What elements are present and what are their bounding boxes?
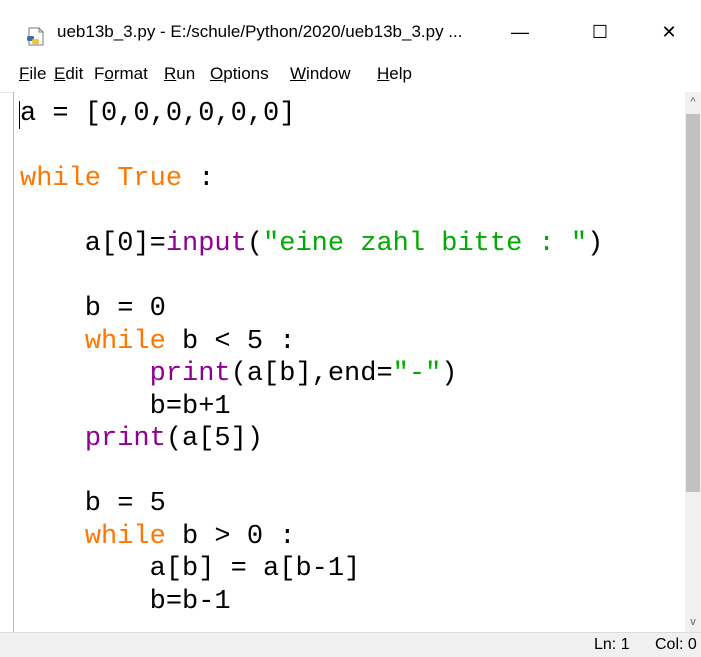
minimize-icon: —	[511, 22, 529, 42]
minimize-button[interactable]: —	[497, 12, 543, 52]
code-line[interactable]: b=b-1	[20, 587, 231, 617]
menu-run[interactable]: Run	[164, 64, 195, 84]
code-line[interactable]: b=b+1	[20, 392, 231, 422]
code-line[interactable]: a = [0,0,0,0,0,0]	[20, 99, 295, 129]
menu-bar: File Edit Format Run Options Window Help	[0, 62, 701, 93]
maximize-button[interactable]: ☐	[577, 12, 623, 52]
menu-help[interactable]: Help	[377, 64, 412, 84]
code-line[interactable]: a[0]=input("eine zahl bitte : ")	[20, 229, 604, 259]
text-cursor	[19, 101, 20, 129]
scroll-up-arrow-icon[interactable]: ^	[685, 92, 701, 112]
code-line[interactable]: b = 0	[20, 294, 166, 324]
menu-options[interactable]: Options	[210, 64, 269, 84]
code-line[interactable]: print(a[b],end="-")	[20, 359, 458, 389]
code-line[interactable]: while b < 5 :	[20, 327, 296, 357]
idle-editor-window: ueb13b_3.py - E:/schule/Python/2020/ueb1…	[0, 0, 701, 657]
maximize-icon: ☐	[591, 22, 609, 42]
menu-file[interactable]: File	[19, 64, 46, 84]
code-line[interactable]: while True :	[20, 164, 214, 194]
menu-edit[interactable]: Edit	[54, 64, 83, 84]
scroll-thumb[interactable]	[686, 114, 700, 492]
status-column: Col: 0	[655, 636, 697, 653]
python-file-icon	[27, 27, 44, 46]
code-line[interactable]: b = 5	[20, 489, 166, 519]
title-bar[interactable]: ueb13b_3.py - E:/schule/Python/2020/ueb1…	[0, 0, 701, 62]
status-line: Ln: 1	[594, 636, 630, 653]
code-text[interactable]: a = [0,0,0,0,0,0] while True : a[0]=inpu…	[20, 98, 603, 618]
menu-window[interactable]: Window	[290, 64, 350, 84]
status-bar: Ln: 1 Col: 0	[0, 632, 701, 657]
close-button[interactable]: ✕	[646, 12, 692, 52]
close-icon: ✕	[661, 22, 677, 42]
code-line[interactable]: a[b] = a[b-1]	[20, 554, 361, 584]
vertical-scrollbar[interactable]: ^ v	[685, 92, 701, 632]
menu-format[interactable]: Format	[94, 64, 148, 84]
code-line[interactable]: print(a[5])	[20, 424, 263, 454]
scroll-down-arrow-icon[interactable]: v	[685, 612, 701, 632]
window-title: ueb13b_3.py - E:/schule/Python/2020/ueb1…	[57, 22, 463, 41]
code-line[interactable]: while b > 0 :	[20, 522, 296, 552]
code-editor[interactable]: a = [0,0,0,0,0,0] while True : a[0]=inpu…	[13, 92, 684, 632]
